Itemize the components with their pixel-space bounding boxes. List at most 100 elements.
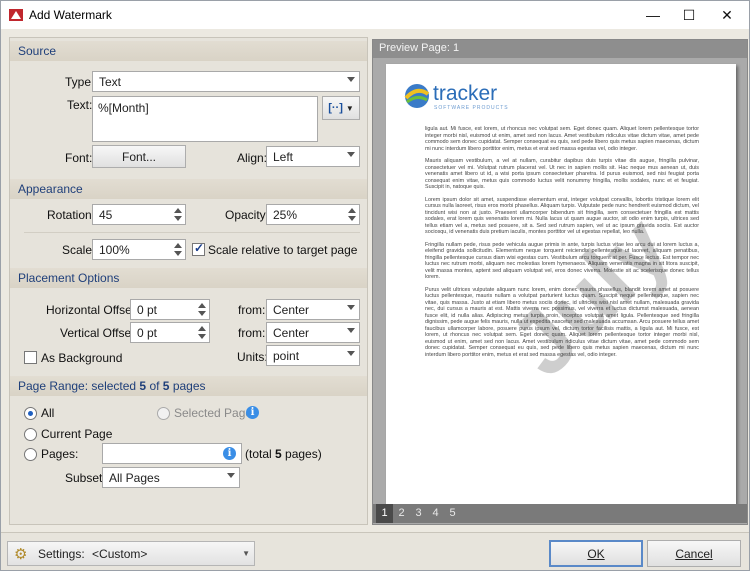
page-tab-1[interactable]: 1 xyxy=(376,504,393,523)
opacity-value: 25% xyxy=(273,208,298,222)
scale-label: Scale: xyxy=(62,243,96,257)
ok-label: OK xyxy=(587,546,605,561)
watermark-app-icon xyxy=(8,7,24,23)
units-value: point xyxy=(273,349,300,363)
page-tab-3[interactable]: 3 xyxy=(410,504,427,523)
add-watermark-dialog: Add Watermark — ☐ ✕ Source Type: Text Te… xyxy=(0,0,750,571)
page-tabs: 12345 xyxy=(373,504,747,523)
spin-up-icon[interactable] xyxy=(198,326,206,331)
horizontal-offset-spinner[interactable]: 0 pt xyxy=(130,299,210,320)
spin-down-icon[interactable] xyxy=(198,311,206,316)
page-range-suffix: pages xyxy=(169,379,206,393)
units-label: Units: xyxy=(237,350,268,364)
placement-heading: Placement Options xyxy=(10,268,367,288)
vertical-offset-spinner[interactable]: 0 pt xyxy=(130,322,210,343)
cancel-button[interactable]: Cancel xyxy=(647,540,741,567)
type-label: Type: xyxy=(65,75,95,89)
text-input[interactable]: %[Month] xyxy=(92,96,318,142)
preview-panel: Preview Page: 1 tracker SOFTWARE PRODUCT… xyxy=(372,39,748,525)
opacity-label: Opacity: xyxy=(225,208,270,222)
pages-radio[interactable] xyxy=(24,448,37,461)
footer-bar: ⚙ Settings: <Custom> ▼ OK Cancel xyxy=(1,532,749,570)
page-tab-2[interactable]: 2 xyxy=(393,504,410,523)
pages-input[interactable] xyxy=(102,443,242,464)
all-pages-radio[interactable] xyxy=(24,407,37,420)
type-select[interactable]: Text xyxy=(92,71,360,92)
rotation-spinner[interactable]: 45 xyxy=(92,204,186,225)
tracker-logo-icon xyxy=(404,84,430,108)
source-heading: Source xyxy=(10,41,367,61)
cancel-label: Cancel xyxy=(675,546,713,561)
scale-relative-checkbox[interactable] xyxy=(192,241,205,256)
vertical-from-label: from: xyxy=(238,326,266,340)
type-value: Text xyxy=(99,75,122,89)
appearance-heading: Appearance xyxy=(10,179,367,199)
scale-value: 100% xyxy=(99,243,130,257)
total-pages-text: (total 5 pages) xyxy=(245,447,322,461)
minimize-button[interactable]: — xyxy=(633,1,673,29)
spin-up-icon[interactable] xyxy=(174,243,182,248)
font-button[interactable]: Font... xyxy=(92,145,186,168)
as-background-label: As Background xyxy=(41,351,123,365)
page-tab-5[interactable]: 5 xyxy=(444,504,461,523)
settings-dropdown[interactable]: ⚙ Settings: <Custom> ▼ xyxy=(7,541,255,566)
chevron-down-icon: ▼ xyxy=(242,549,250,558)
chevron-down-icon: ▼ xyxy=(345,103,354,113)
spin-down-icon[interactable] xyxy=(174,251,182,256)
spin-up-icon[interactable] xyxy=(348,208,356,213)
page-tab-4[interactable]: 4 xyxy=(427,504,444,523)
rotation-value: 45 xyxy=(99,208,113,222)
chevron-down-icon xyxy=(347,328,355,333)
info-icon[interactable]: i xyxy=(223,447,236,460)
window-title: Add Watermark xyxy=(29,8,112,22)
units-select[interactable]: point xyxy=(266,345,360,366)
vertical-from-select[interactable]: Center xyxy=(266,322,360,343)
opacity-spinner[interactable]: 25% xyxy=(266,204,360,225)
preview-title: Preview Page: 1 xyxy=(373,40,747,58)
spin-down-icon[interactable] xyxy=(174,216,182,221)
scale-spinner[interactable]: 100% xyxy=(92,239,186,260)
page-range-mid: of xyxy=(146,379,163,393)
current-page-radio[interactable] xyxy=(24,428,37,441)
align-label: Align: xyxy=(237,151,268,165)
preview-paragraph: Mauris aliquam vestibulum, a vel at null… xyxy=(425,158,699,190)
chevron-down-icon xyxy=(347,305,355,310)
ok-button[interactable]: OK xyxy=(549,540,643,567)
macro-icon: [··] xyxy=(328,102,343,114)
current-page-label: Current Page xyxy=(41,427,113,441)
title-bar: Add Watermark — ☐ ✕ xyxy=(1,1,749,29)
horizontal-from-select[interactable]: Center xyxy=(266,299,360,320)
total-suffix: pages) xyxy=(281,447,322,461)
horizontal-from-label: from: xyxy=(238,303,266,317)
selected-pages-radio[interactable] xyxy=(157,407,170,420)
options-panel: Source Type: Text Text: %[Month] [··] ▼ … xyxy=(9,37,368,525)
logo-subtext: SOFTWARE PRODUCTS xyxy=(434,105,509,111)
preview-paragraph: ligula aut. Mi fusce, est lorem, ut rhon… xyxy=(425,126,699,152)
chevron-down-icon xyxy=(347,77,355,82)
preview-paragraph: Lorem ipsum dolor sit amet, suspendisse … xyxy=(425,196,699,236)
font-label: Font: xyxy=(65,151,93,165)
tracker-logo: tracker SOFTWARE PRODUCTS xyxy=(403,82,523,112)
info-icon[interactable]: i xyxy=(246,406,259,419)
spin-down-icon[interactable] xyxy=(198,334,206,339)
horizontal-offset-value: 0 pt xyxy=(137,303,158,317)
insert-macro-button[interactable]: [··] ▼ xyxy=(322,96,360,120)
spin-up-icon[interactable] xyxy=(174,208,182,213)
chevron-down-icon xyxy=(227,473,235,478)
page-range-heading: Page Range: selected 5 of 5 pages xyxy=(10,376,367,396)
page-range-prefix: Page Range: selected xyxy=(18,379,140,393)
subset-select[interactable]: All Pages xyxy=(102,467,240,488)
maximize-button[interactable]: ☐ xyxy=(669,1,709,29)
rotation-label: Rotation: xyxy=(47,208,96,222)
align-select[interactable]: Left xyxy=(266,146,360,167)
close-button[interactable]: ✕ xyxy=(707,1,747,29)
total-prefix: (total xyxy=(245,447,276,461)
as-background-checkbox[interactable] xyxy=(24,351,37,364)
spin-up-icon[interactable] xyxy=(198,303,206,308)
appearance-divider xyxy=(24,232,360,233)
spin-down-icon[interactable] xyxy=(348,216,356,221)
pages-label: Pages: xyxy=(41,447,79,461)
text-label: Text: xyxy=(67,98,93,112)
subset-label: Subset: xyxy=(65,471,106,485)
chevron-down-icon xyxy=(347,152,355,157)
